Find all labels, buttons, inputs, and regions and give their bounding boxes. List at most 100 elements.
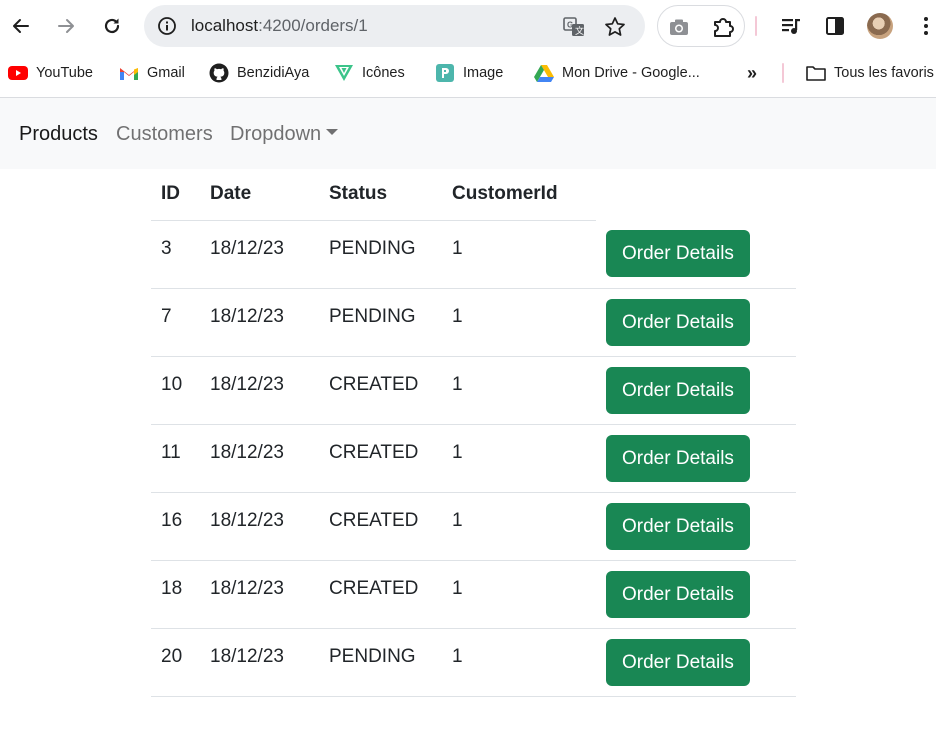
reload-icon[interactable]	[98, 12, 126, 40]
cell-status: CREATED	[319, 560, 442, 629]
cell-customer-id: 1	[442, 492, 596, 561]
column-header-status: Status	[319, 169, 442, 221]
cell-id: 3	[151, 220, 200, 289]
svg-text:文: 文	[575, 25, 584, 37]
cell-date: 18/12/23	[200, 560, 319, 629]
cell-actions: Order Details	[596, 288, 796, 357]
table-row: 18 18/12/23 CREATED 1 Order Details	[151, 560, 796, 629]
bookmark-label: Gmail	[147, 65, 185, 81]
camera-icon[interactable]	[666, 14, 692, 40]
order-details-button[interactable]: Order Details	[606, 434, 750, 482]
table-row: 11 18/12/23 CREATED 1 Order Details	[151, 424, 796, 493]
address-bar[interactable]: localhost:4200/orders/1 G文	[144, 5, 645, 47]
bookmark-label: YouTube	[36, 65, 93, 81]
nav-dropdown[interactable]: Dropdown	[230, 123, 339, 146]
cell-actions: Order Details	[596, 628, 796, 697]
cell-status: CREATED	[319, 356, 442, 425]
media-queue-icon[interactable]	[777, 12, 805, 40]
orders-table: ID Date Status CustomerId 3 18/12/23 PEN…	[151, 169, 796, 697]
google-drive-icon	[534, 63, 554, 83]
bookmark-icones[interactable]: Icônes	[334, 63, 405, 83]
bookmarks-separator	[782, 63, 784, 83]
site-info-icon[interactable]	[154, 13, 180, 39]
back-arrow-icon[interactable]	[7, 12, 35, 40]
browser-toolbar: localhost:4200/orders/1 G文	[0, 0, 936, 53]
url-host: localhost	[191, 16, 259, 35]
bookmark-star-icon[interactable]	[603, 15, 627, 39]
table-row: 7 18/12/23 PENDING 1 Order Details	[151, 288, 796, 357]
icones-icon	[334, 63, 354, 83]
bookmark-label: BenzidiAya	[237, 65, 310, 81]
all-bookmarks-folder[interactable]: Tous les favoris	[806, 63, 934, 83]
bookmark-image[interactable]: Image	[435, 63, 503, 83]
toolbar-separator	[755, 16, 757, 36]
forward-arrow-icon[interactable]	[52, 12, 80, 40]
cell-id: 11	[151, 424, 200, 493]
cell-customer-id: 1	[442, 356, 596, 425]
order-details-button[interactable]: Order Details	[606, 230, 750, 277]
order-details-button[interactable]: Order Details	[606, 298, 750, 346]
table-row: 20 18/12/23 PENDING 1 Order Details	[151, 628, 796, 697]
caret-down-icon	[326, 128, 339, 135]
extensions-group	[657, 5, 745, 47]
cell-actions: Order Details	[596, 220, 796, 289]
cell-actions: Order Details	[596, 492, 796, 561]
bookmark-youtube[interactable]: YouTube	[8, 63, 93, 83]
cell-id: 7	[151, 288, 200, 357]
gmail-icon	[119, 63, 139, 83]
table-row: 10 18/12/23 CREATED 1 Order Details	[151, 356, 796, 425]
nav-dropdown-label: Dropdown	[230, 123, 322, 145]
column-header-customerid: CustomerId	[442, 169, 596, 221]
cell-id: 18	[151, 560, 200, 629]
order-details-button[interactable]: Order Details	[606, 638, 750, 686]
cell-date: 18/12/23	[200, 288, 319, 357]
column-header-date: Date	[200, 169, 319, 221]
bookmarks-bar: YouTube Gmail BenzidiAya Icônes Image Mo…	[0, 53, 936, 93]
cell-status: CREATED	[319, 492, 442, 561]
cell-actions: Order Details	[596, 356, 796, 425]
nav-products[interactable]: Products	[19, 123, 98, 146]
cell-id: 20	[151, 628, 200, 697]
bookmark-mon-drive[interactable]: Mon Drive - Google...	[534, 63, 700, 83]
browser-menu-icon[interactable]	[912, 12, 936, 40]
cell-date: 18/12/23	[200, 628, 319, 697]
cell-actions: Order Details	[596, 560, 796, 629]
url-path: :4200/orders/1	[258, 16, 368, 35]
folder-icon	[806, 63, 826, 83]
order-details-button[interactable]: Order Details	[606, 366, 750, 414]
cell-customer-id: 1	[442, 288, 596, 357]
bookmark-benzidiaya[interactable]: BenzidiAya	[209, 63, 309, 83]
youtube-icon	[8, 63, 28, 83]
orders-table-container: ID Date Status CustomerId 3 18/12/23 PEN…	[151, 169, 796, 697]
bookmark-label: Icônes	[362, 65, 405, 81]
order-details-button[interactable]: Order Details	[606, 502, 750, 550]
cell-status: PENDING	[319, 288, 442, 357]
url-text[interactable]: localhost:4200/orders/1	[191, 16, 368, 36]
cell-customer-id: 1	[442, 628, 596, 697]
cell-date: 18/12/23	[200, 356, 319, 425]
translate-icon[interactable]: G文	[562, 15, 586, 39]
image-icon	[435, 63, 455, 83]
nav-customers[interactable]: Customers	[116, 123, 213, 146]
bookmark-gmail[interactable]: Gmail	[119, 63, 185, 83]
extensions-puzzle-icon[interactable]	[710, 14, 736, 40]
cell-status: CREATED	[319, 424, 442, 493]
cell-status: PENDING	[319, 628, 442, 697]
table-row: 16 18/12/23 CREATED 1 Order Details	[151, 492, 796, 561]
column-header-id: ID	[151, 169, 200, 221]
cell-actions: Order Details	[596, 424, 796, 493]
svg-text:G: G	[567, 21, 573, 30]
github-icon	[209, 63, 229, 83]
cell-status: PENDING	[319, 220, 442, 289]
bookmark-label: Image	[463, 65, 504, 81]
bookmarks-overflow-button[interactable]: »	[747, 63, 757, 83]
cell-date: 18/12/23	[200, 424, 319, 493]
profile-avatar[interactable]	[867, 13, 893, 39]
cell-customer-id: 1	[442, 560, 596, 629]
cell-date: 18/12/23	[200, 492, 319, 561]
table-header-row: ID Date Status CustomerId	[151, 169, 796, 221]
all-bookmarks-label: Tous les favoris	[834, 65, 934, 81]
side-panel-icon[interactable]	[821, 12, 849, 40]
order-details-button[interactable]: Order Details	[606, 570, 750, 618]
column-header-actions	[596, 169, 796, 220]
